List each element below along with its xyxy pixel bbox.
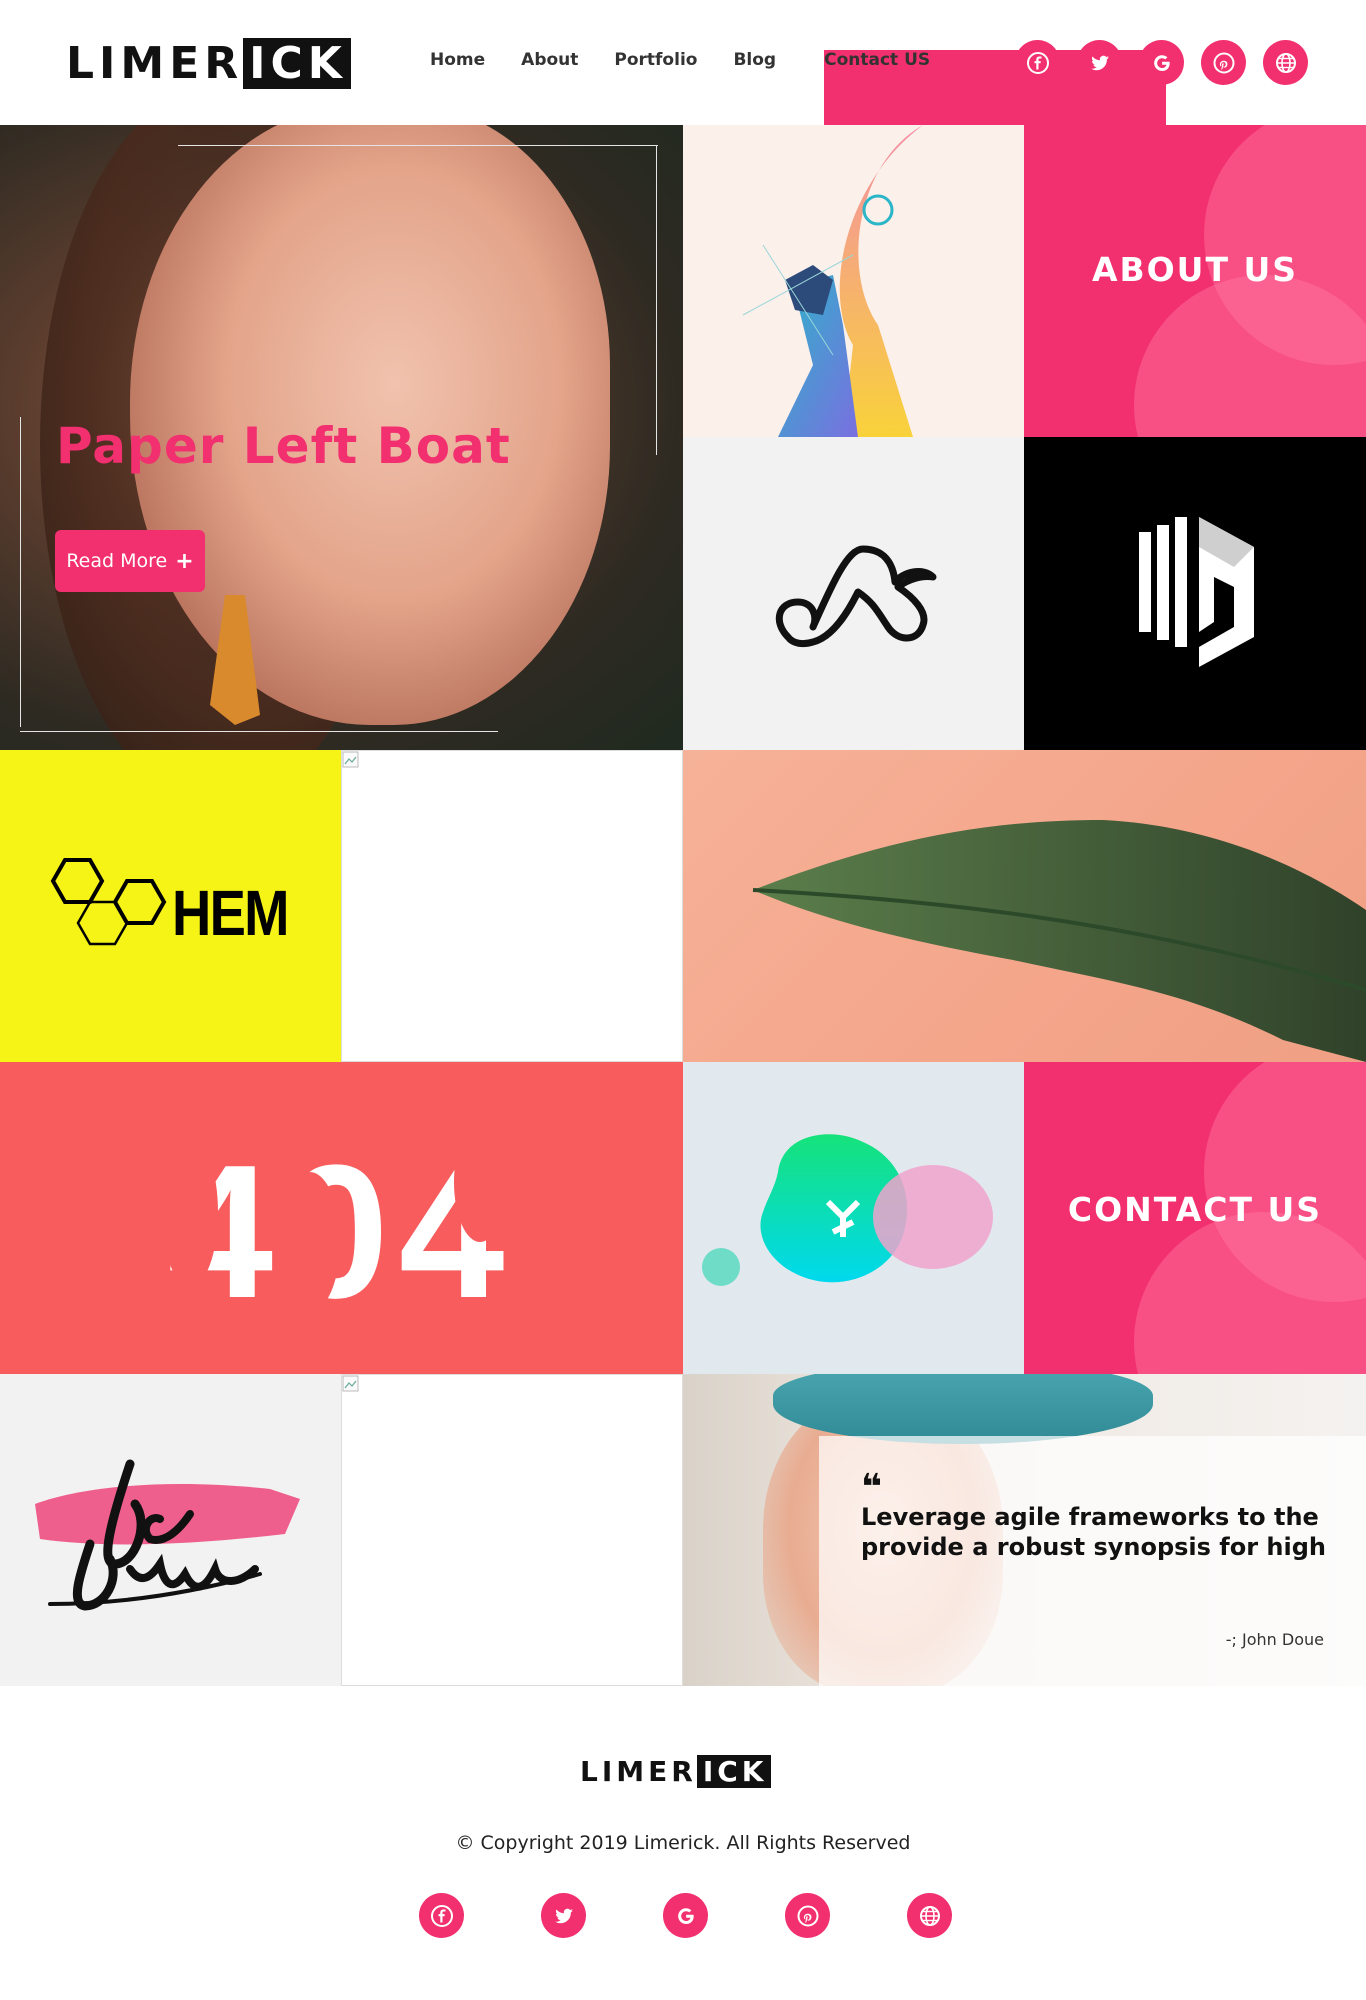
about-us-tile[interactable]: ABOUT US (1024, 125, 1366, 437)
plus-icon: + (175, 548, 194, 574)
logo-text-boxed: ICK (696, 1754, 772, 1788)
hero-frame-line (20, 731, 498, 732)
logo-text-main: LIMER (580, 1754, 697, 1788)
pine-branch-illustration (752, 820, 1366, 1062)
contact-us-tile[interactable]: CONTACT US (1024, 1062, 1366, 1374)
google-link[interactable] (1139, 40, 1184, 85)
twitter-link[interactable] (1077, 40, 1122, 85)
hero-title: Paper Left Boat (56, 417, 511, 475)
twitter-icon (1090, 55, 1109, 70)
hero-frame-line (20, 417, 21, 727)
globe-icon (919, 1905, 940, 1926)
cube-logo-icon (1139, 517, 1254, 667)
twitter-link[interactable] (541, 1893, 586, 1938)
portfolio-tile-logo-cube[interactable] (1024, 437, 1366, 750)
facebook-icon (430, 1904, 453, 1927)
be-brave-lettering (35, 1459, 300, 1611)
broken-image-icon (342, 751, 359, 768)
read-more-label: Read More (66, 550, 168, 572)
facebook-icon (1026, 51, 1049, 74)
portfolio-tile-plant[interactable] (683, 750, 1366, 1062)
hero-frame-line (178, 145, 658, 146)
portfolio-tile-chem[interactable]: HEM (0, 750, 341, 1062)
error-404-artwork: 404 (162, 1122, 506, 1338)
portfolio-tile-logo-hat[interactable] (683, 437, 1024, 750)
google-icon (1153, 54, 1170, 71)
earring-illustration (210, 595, 260, 725)
globe-link[interactable] (907, 1893, 952, 1938)
globe-icon (1275, 52, 1296, 73)
chem-logo-text: HEM (172, 877, 289, 949)
hat-logo-icon (775, 545, 937, 648)
testimonial-author: -; John Doue (1225, 1630, 1324, 1649)
contact-us-label: CONTACT US (1067, 1190, 1323, 1229)
blob-shapes-illustration (702, 1134, 993, 1286)
globe-link[interactable] (1263, 40, 1308, 85)
portfolio-tile-be-brave[interactable] (0, 1374, 341, 1686)
footer-logo[interactable]: LIMER ICK (580, 1754, 772, 1788)
hexagon-molecule-icon (50, 858, 167, 946)
pinterest-icon (1213, 52, 1234, 73)
broken-image-icon (342, 1375, 359, 1392)
read-more-button[interactable]: Read More + (55, 530, 205, 592)
logo-text-boxed: ICK (243, 37, 351, 89)
google-link[interactable] (663, 1893, 708, 1938)
broken-image-placeholder (341, 750, 683, 1062)
quote-icon: ❝ (861, 1467, 883, 1508)
portfolio-tile-blobs[interactable] (683, 1062, 1024, 1374)
decorative-blob (1134, 1212, 1366, 1374)
pinterest-link[interactable] (1201, 40, 1246, 85)
error-404-tile[interactable]: 404 (0, 1062, 683, 1374)
site-logo[interactable]: LIMER ICK (66, 37, 351, 89)
hero-frame-line (656, 145, 657, 455)
google-icon (677, 1907, 694, 1924)
facebook-link[interactable] (1015, 40, 1060, 85)
about-us-label: ABOUT US (1091, 250, 1299, 289)
twitter-icon (554, 1908, 573, 1923)
copyright-text: © Copyright 2019 Limerick. All Rights Re… (455, 1832, 911, 1854)
pinterest-icon (797, 1905, 818, 1926)
facebook-link[interactable] (419, 1893, 464, 1938)
people-illustration (742, 125, 923, 437)
broken-image-placeholder (341, 1374, 683, 1686)
testimonial-box: ❝ Leverage agile frameworks to the provi… (819, 1436, 1366, 1686)
logo-text-main: LIMER (66, 37, 244, 89)
hero-banner: Paper Left Boat Read More + (0, 125, 683, 750)
site-header: LIMER ICK Home About Portfolio Blog Conta… (0, 0, 1366, 362)
decorative-blob (1134, 275, 1366, 437)
portfolio-tile-illustration[interactable] (683, 125, 1024, 437)
footer-social-links (419, 1893, 952, 1938)
testimonial-tile: ❝ Leverage agile frameworks to the provi… (683, 1374, 1366, 1686)
header-social-links (1015, 40, 1308, 85)
pinterest-link[interactable] (785, 1893, 830, 1938)
testimonial-text: Leverage agile frameworks to the provide… (861, 1503, 1326, 1561)
